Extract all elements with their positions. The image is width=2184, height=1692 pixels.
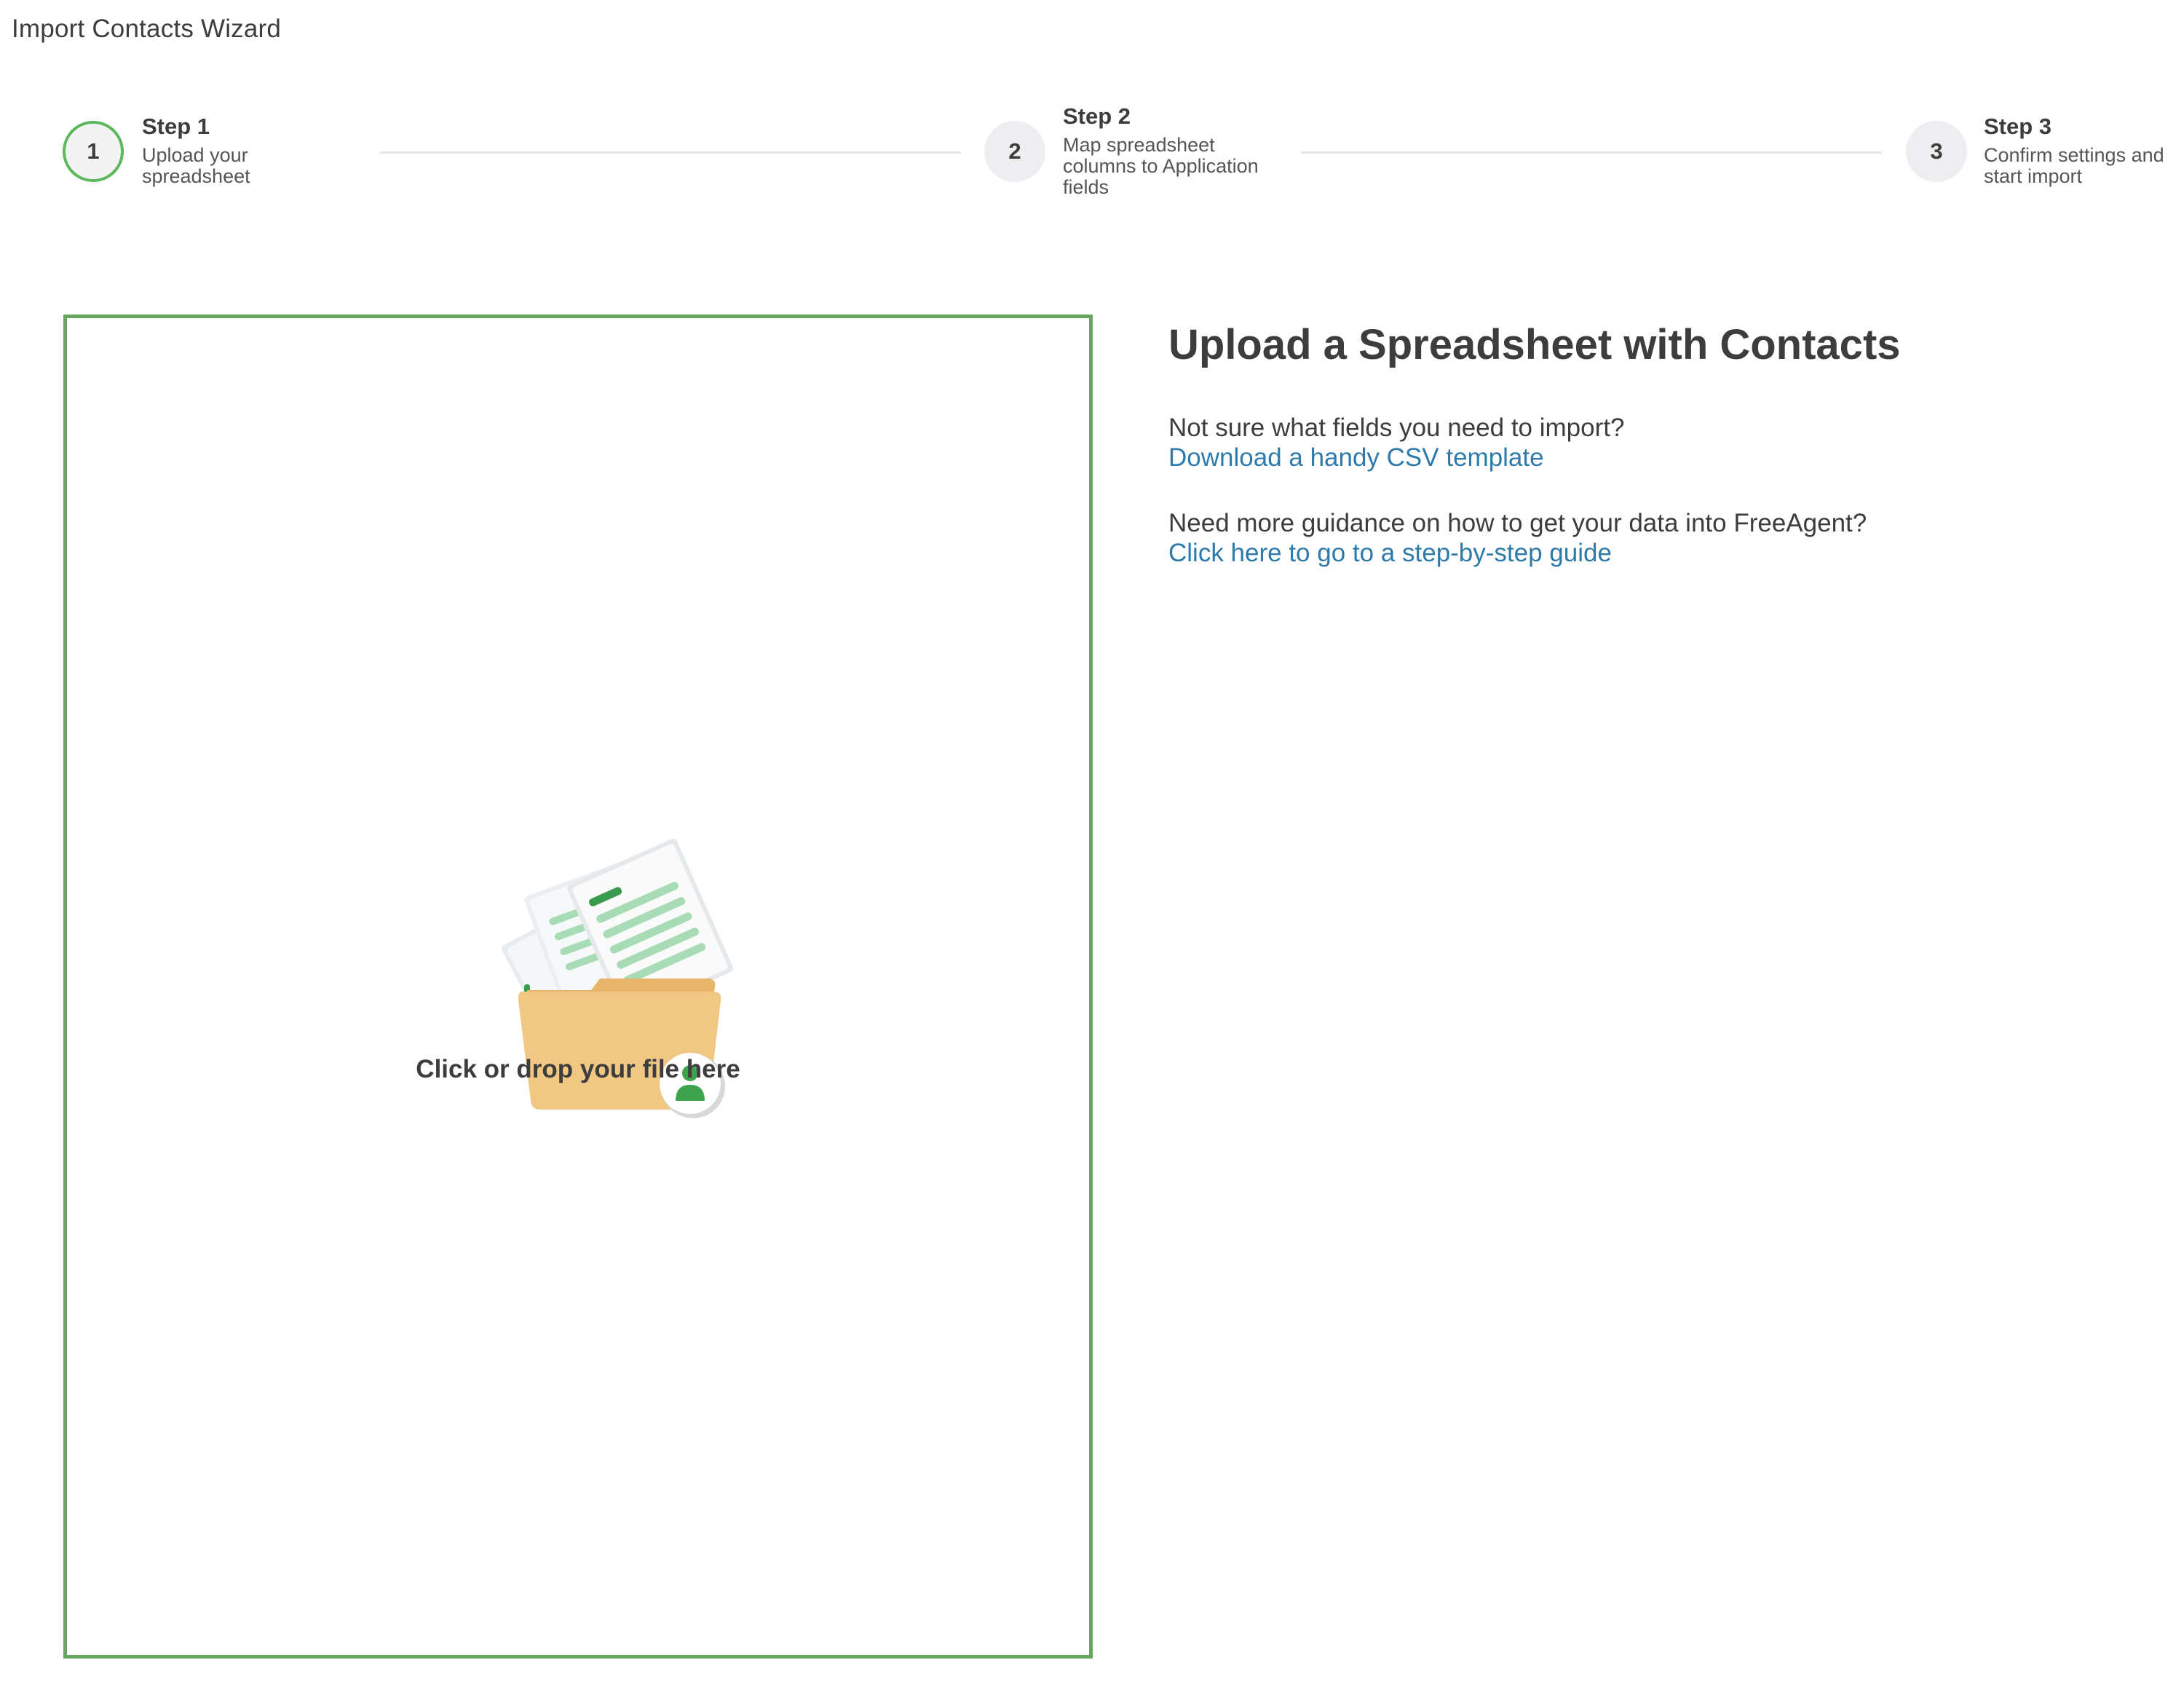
step-1-description-line: Upload your (142, 144, 248, 166)
info-title: Upload a Spreadsheet with Contacts (1168, 321, 1901, 368)
csv-template-question: Not sure what fields you need to import? (1168, 414, 1625, 442)
step-1-description: Upload your spreadsheet (142, 145, 250, 187)
step-connector-2-3 (1301, 151, 1882, 154)
step-3-description-line: Confirm settings and (1984, 144, 2164, 166)
step-connector-1-2 (380, 151, 961, 154)
step-2-description-line: columns to Application (1063, 155, 1259, 177)
step-2-description-line: fields (1063, 176, 1109, 198)
step-1-heading: Step 1 (142, 114, 210, 139)
step-1-description-line: spreadsheet (142, 165, 250, 187)
dropzone-label: Click or drop your file here (416, 1055, 740, 1083)
step-3-indicator[interactable]: 3 (1906, 121, 1967, 182)
step-2-description: Map spreadsheet columns to Application f… (1063, 135, 1259, 198)
step-2-description-line: Map spreadsheet (1063, 134, 1215, 156)
file-dropzone[interactable]: Click or drop your file here (63, 315, 1093, 1659)
step-3-description: Confirm settings and start import (1984, 145, 2164, 187)
step-1-number: 1 (87, 138, 100, 164)
stepper: 1 Step 1 Upload your spreadsheet 2 Step … (0, 0, 2184, 218)
step-3-number: 3 (1930, 138, 1943, 164)
step-2-indicator[interactable]: 2 (984, 121, 1045, 182)
step-2-number: 2 (1008, 138, 1021, 164)
download-csv-template-link[interactable]: Download a handy CSV template (1168, 443, 1544, 473)
step-3-heading: Step 3 (1984, 114, 2052, 139)
step-1-indicator[interactable]: 1 (63, 121, 124, 182)
step-by-step-guide-link[interactable]: Click here to go to a step-by-step guide (1168, 539, 1612, 568)
step-3-description-line: start import (1984, 165, 2083, 187)
guide-question: Need more guidance on how to get your da… (1168, 509, 1867, 537)
step-2-heading: Step 2 (1063, 103, 1131, 129)
